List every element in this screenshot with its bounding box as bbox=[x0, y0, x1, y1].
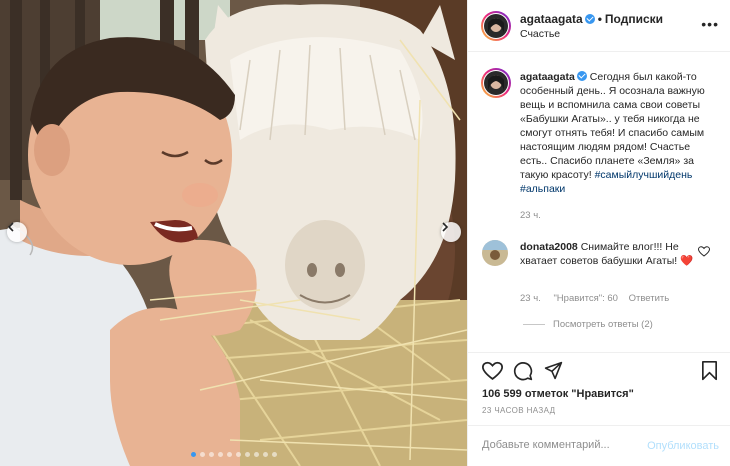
caption-text: Сегодня был какой-то особенный день.. Я … bbox=[520, 71, 705, 181]
carousel-dot bbox=[262, 452, 268, 457]
author-username[interactable]: agataagata bbox=[520, 12, 583, 26]
comment-like-heart-icon[interactable] bbox=[698, 246, 710, 257]
avatar-image bbox=[484, 71, 508, 95]
carousel-dot bbox=[253, 452, 259, 457]
avatar-image bbox=[482, 240, 508, 266]
heart-emoji: ❤️ bbox=[680, 255, 694, 267]
comment-body: donata2008 Снимайте влог!!! Не хватает с… bbox=[520, 240, 700, 268]
comment-meta: 23 ч. "Нравится": 60 Ответить bbox=[520, 293, 669, 304]
carousel-dot bbox=[208, 452, 214, 457]
post-header: agataagata • Подписки Счастье ••• bbox=[468, 0, 730, 52]
view-replies-button[interactable]: Посмотреть ответы (2) bbox=[523, 319, 653, 330]
comment-icon[interactable] bbox=[513, 361, 533, 381]
carousel-dot bbox=[199, 452, 205, 457]
post-photo[interactable] bbox=[0, 0, 467, 466]
carousel-dot bbox=[271, 452, 277, 457]
chevron-right-icon bbox=[442, 222, 449, 232]
likes-count[interactable]: 106 599 отметок "Нравится" bbox=[482, 388, 634, 400]
carousel-dot bbox=[217, 452, 223, 457]
comment-input[interactable] bbox=[482, 439, 632, 451]
view-replies-label: Посмотреть ответы (2) bbox=[553, 319, 653, 330]
more-options-icon[interactable]: ••• bbox=[701, 16, 719, 32]
carousel-dot bbox=[235, 452, 241, 457]
commenter-username[interactable]: donata2008 bbox=[520, 241, 578, 253]
caption-avatar[interactable] bbox=[481, 68, 511, 98]
hashtag-link[interactable]: #альпаки bbox=[520, 183, 565, 195]
caption: agataagata Сегодня был какой-то особенны… bbox=[520, 70, 720, 196]
chevron-left-icon bbox=[7, 222, 14, 232]
divider bbox=[523, 323, 545, 325]
header-username-row: agataagata • Подписки bbox=[520, 12, 663, 26]
follow-button[interactable]: Подписки bbox=[605, 12, 663, 26]
commenter-avatar[interactable] bbox=[482, 240, 508, 266]
carousel-indicator bbox=[0, 452, 467, 457]
comment-likes[interactable]: "Нравится": 60 bbox=[553, 293, 618, 304]
prev-slide-button[interactable] bbox=[7, 222, 27, 242]
author-avatar[interactable] bbox=[481, 11, 511, 41]
heart-icon[interactable] bbox=[482, 361, 503, 381]
caption-username[interactable]: agataagata bbox=[520, 71, 575, 83]
hashtag-link[interactable]: #самыйлучшийдень bbox=[595, 169, 693, 181]
avatar-image bbox=[484, 14, 508, 38]
publish-button[interactable]: Опубликовать bbox=[647, 440, 719, 452]
comment-time[interactable]: 23 ч. bbox=[520, 293, 541, 304]
send-icon[interactable] bbox=[544, 361, 563, 380]
verified-badge-icon bbox=[576, 71, 587, 81]
next-slide-button[interactable] bbox=[441, 222, 461, 242]
post-side-panel: agataagata • Подписки Счастье ••• agataaga… bbox=[467, 0, 730, 466]
location-link[interactable]: Счастье bbox=[520, 28, 560, 40]
post-time[interactable]: 23 ЧАСОВ НАЗАД bbox=[482, 406, 555, 415]
verified-badge-icon bbox=[584, 14, 595, 24]
comments-section: agataagata Сегодня был какой-то особенны… bbox=[468, 52, 730, 350]
photo-illustration bbox=[0, 0, 467, 466]
caption-time[interactable]: 23 ч. bbox=[520, 210, 541, 221]
add-comment-bar: Опубликовать bbox=[468, 425, 730, 466]
bookmark-icon[interactable] bbox=[701, 361, 718, 381]
separator-dot: • bbox=[597, 12, 602, 26]
carousel-dot bbox=[244, 452, 250, 457]
carousel-dot bbox=[190, 452, 196, 457]
action-bar bbox=[468, 352, 730, 392]
reply-button[interactable]: Ответить bbox=[629, 293, 670, 304]
carousel-dot bbox=[226, 452, 232, 457]
